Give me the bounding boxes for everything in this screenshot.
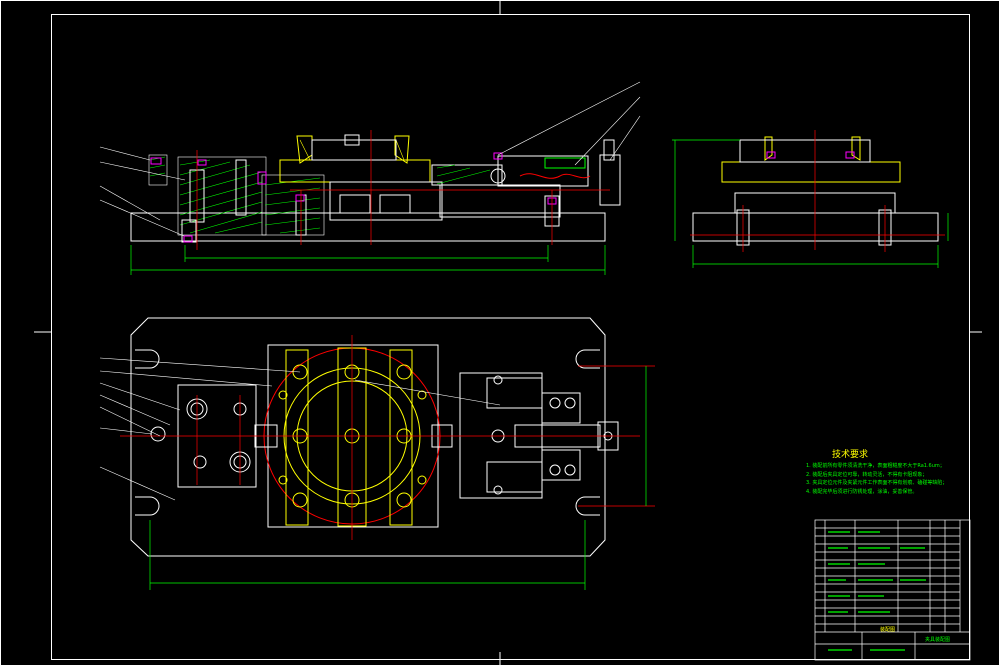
front-centerlines [196, 130, 610, 250]
centering-marks [34, 0, 982, 666]
right-clamp-plan [459, 372, 619, 499]
requirement-item: 3. 夹具定位元件及夹紧元件工作表面不得有划痕、磕碰等缺陷； [806, 480, 948, 487]
outer-sheet-border [0, 0, 1000, 666]
magenta-fasteners [150, 152, 557, 243]
plan-base-outline [130, 317, 606, 557]
requirement-item: 4. 装配完毕后须进行防锈处理，涂油，妥善保管。 [806, 488, 918, 495]
front-dimensions [130, 245, 606, 275]
drawing-name: 装配图 [880, 627, 896, 633]
drawing-number: 夹具装配图 [925, 637, 951, 643]
drawing-frame [51, 14, 970, 660]
requirement-item: 2. 装配后夹具定位可靠，转动灵活，不得有卡阻现象； [806, 471, 928, 478]
central-housing [311, 134, 443, 221]
plan-centerlines [120, 335, 655, 540]
side-base [692, 212, 939, 242]
technical-requirements-list: 1. 装配前所有零件须清洗干净，表面粗糙度不大于Ra1.6um； 2. 装配后夹… [806, 462, 947, 496]
requirement-item: 1. 装配前所有零件须清洗干净，表面粗糙度不大于Ra1.6um； [806, 463, 945, 469]
mounting-slots [135, 349, 600, 516]
cad-drawing-sheet [0, 0, 1000, 666]
side-view [672, 130, 949, 268]
technical-requirements-title: 技术要求 [832, 450, 869, 460]
front-section-view [99, 81, 641, 275]
plan-view [99, 317, 655, 590]
